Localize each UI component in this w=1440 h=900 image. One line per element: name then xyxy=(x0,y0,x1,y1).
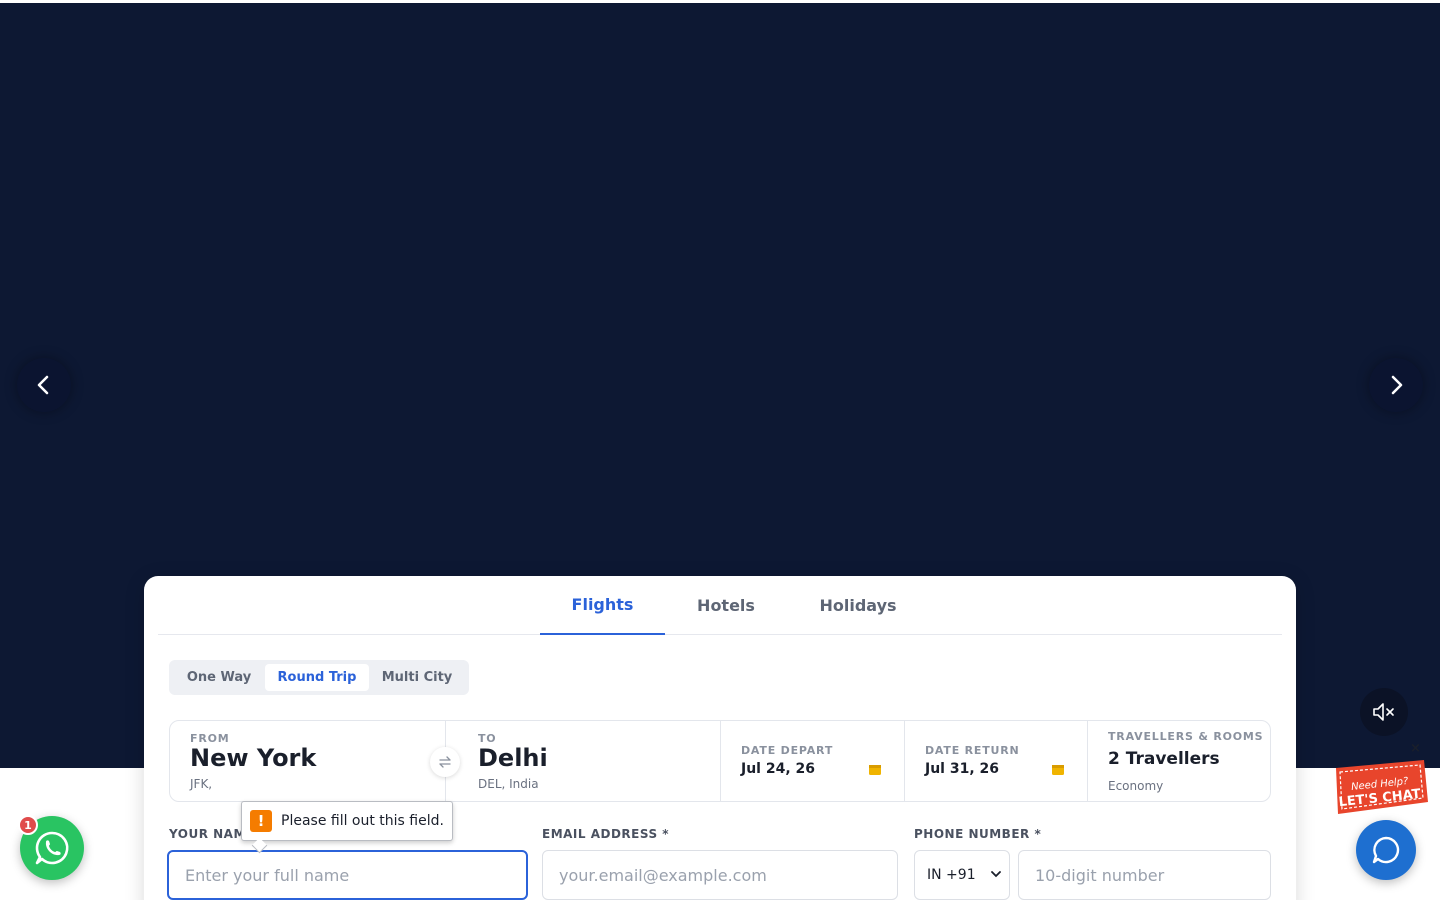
flight-search-row: FROM New York JFK, TO Delhi DEL, India D… xyxy=(169,720,1271,802)
chevron-down-icon xyxy=(991,871,1001,878)
from-field[interactable]: FROM New York JFK, xyxy=(170,721,446,801)
calendar-icon[interactable] xyxy=(868,763,882,776)
chevron-left-icon xyxy=(37,375,49,395)
carousel-next-button[interactable] xyxy=(1369,358,1423,412)
notification-badge: 1 xyxy=(18,815,38,835)
from-city: New York xyxy=(190,744,317,772)
return-date-field[interactable]: DATE RETURN Jul 31, 26 xyxy=(905,721,1088,801)
chevron-right-icon xyxy=(1391,375,1403,395)
trip-round-trip[interactable]: Round Trip xyxy=(265,664,369,691)
validation-message: Please fill out this field. xyxy=(281,813,444,829)
mute-button[interactable] xyxy=(1360,688,1408,736)
warning-icon: ! xyxy=(250,810,272,832)
email-label: EMAIL ADDRESS * xyxy=(542,827,670,841)
chat-ribbon-close-button[interactable]: × xyxy=(1410,741,1421,756)
chat-bubble-icon xyxy=(1372,836,1400,864)
carousel-prev-button[interactable] xyxy=(17,358,71,412)
phone-label: PHONE NUMBER * xyxy=(914,827,1042,841)
to-field[interactable]: TO Delhi DEL, India xyxy=(446,721,721,801)
top-border xyxy=(0,0,1440,3)
lets-chat-ribbon[interactable]: Need Help? LET'S CHAT xyxy=(1330,758,1430,816)
trip-multi-city[interactable]: Multi City xyxy=(369,664,465,691)
chat-button[interactable] xyxy=(1356,820,1416,880)
phone-input[interactable] xyxy=(1018,850,1271,900)
name-input[interactable] xyxy=(167,850,528,900)
country-code-value: IN +91 xyxy=(927,867,976,883)
cabin-class: Economy xyxy=(1108,779,1164,793)
tab-hotels[interactable]: Hotels xyxy=(665,576,787,635)
service-tabs: Flights Hotels Holidays xyxy=(158,576,1282,635)
tab-flights[interactable]: Flights xyxy=(540,576,665,635)
booking-panel: Flights Hotels Holidays One Way Round Tr… xyxy=(144,576,1296,900)
swap-button[interactable] xyxy=(430,747,460,777)
from-airport: JFK, xyxy=(190,777,213,791)
depart-date: Jul 24, 26 xyxy=(741,761,816,777)
calendar-icon[interactable] xyxy=(1051,763,1065,776)
swap-icon xyxy=(439,756,451,768)
tab-holidays[interactable]: Holidays xyxy=(787,576,929,635)
country-code-select[interactable]: IN +91 xyxy=(914,850,1010,900)
email-input[interactable] xyxy=(542,850,898,900)
travellers-count: 2 Travellers xyxy=(1108,749,1220,769)
depart-date-field[interactable]: DATE DEPART Jul 24, 26 xyxy=(721,721,905,801)
travellers-label: TRAVELLERS & ROOMS xyxy=(1108,730,1264,743)
depart-label: DATE DEPART xyxy=(741,744,834,757)
return-date: Jul 31, 26 xyxy=(925,761,1000,777)
trip-type-toggle: One Way Round Trip Multi City xyxy=(169,660,469,695)
whatsapp-icon xyxy=(35,831,69,865)
validation-tooltip: ! Please fill out this field. xyxy=(241,801,453,841)
trip-one-way[interactable]: One Way xyxy=(173,664,265,691)
speaker-muted-icon xyxy=(1373,703,1394,721)
travellers-field[interactable]: TRAVELLERS & ROOMS 2 Travellers Economy xyxy=(1088,721,1270,801)
return-label: DATE RETURN xyxy=(925,744,1020,757)
to-city: Delhi xyxy=(478,744,548,772)
to-airport: DEL, India xyxy=(478,777,539,791)
